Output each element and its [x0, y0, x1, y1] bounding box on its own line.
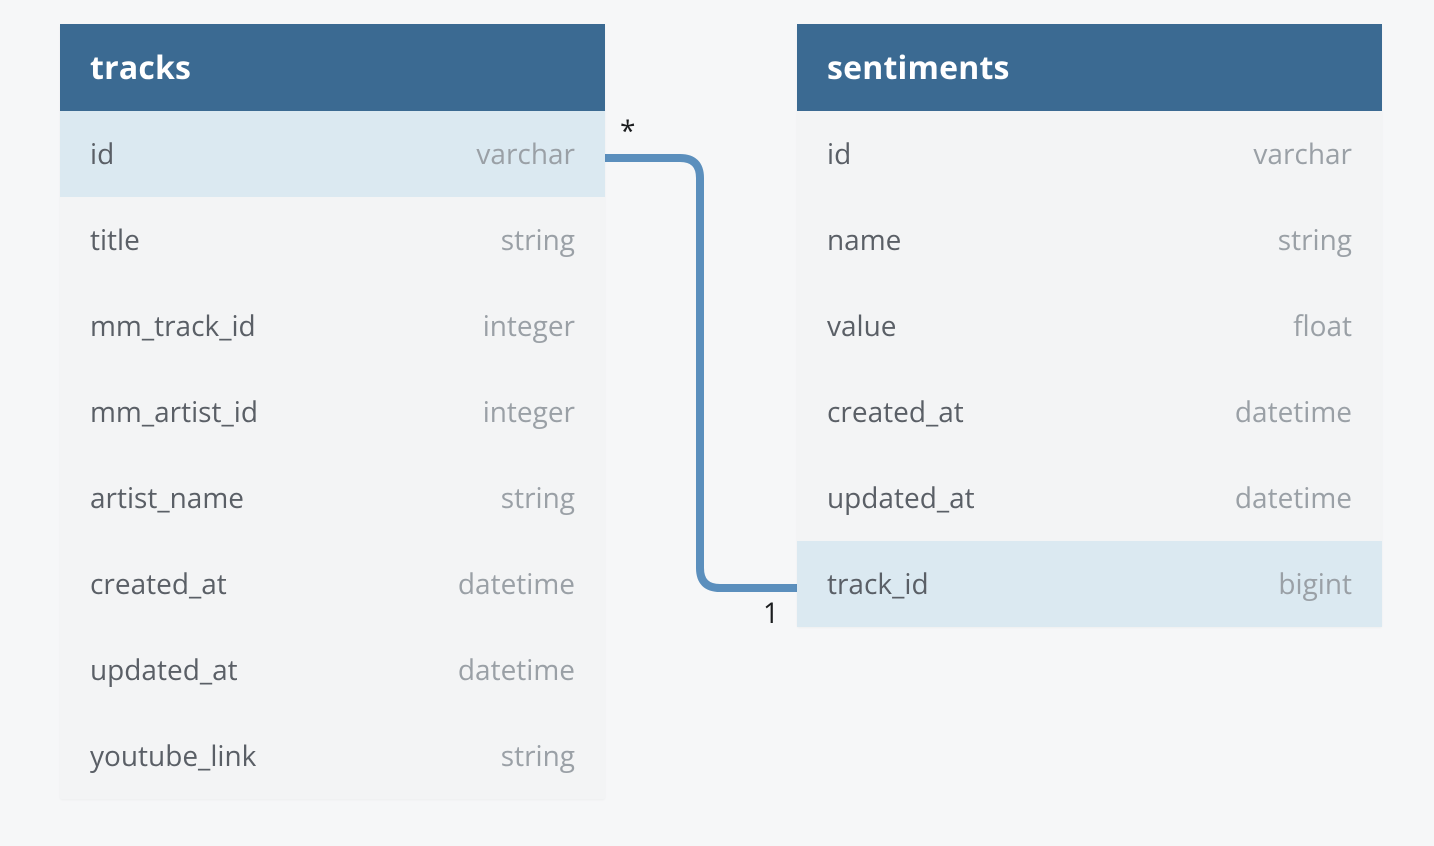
column-name: track_id: [827, 565, 929, 603]
table-row[interactable]: created_at datetime: [60, 541, 605, 627]
table-row[interactable]: title string: [60, 197, 605, 283]
column-type: float: [1293, 307, 1352, 345]
table-row[interactable]: artist_name string: [60, 455, 605, 541]
column-type: string: [501, 221, 575, 259]
column-type: string: [501, 737, 575, 775]
table-row[interactable]: mm_artist_id integer: [60, 369, 605, 455]
column-name: value: [827, 307, 897, 345]
column-name: updated_at: [827, 479, 975, 517]
cardinality-to: 1: [763, 594, 779, 632]
table-row[interactable]: value float: [797, 283, 1382, 369]
cardinality-from: *: [620, 112, 635, 150]
table-tracks-header: tracks: [60, 24, 605, 111]
column-type: varchar: [476, 135, 575, 173]
column-type: datetime: [458, 565, 575, 603]
column-type: string: [1278, 221, 1352, 259]
column-name: created_at: [90, 565, 227, 603]
table-sentiments-header: sentiments: [797, 24, 1382, 111]
column-type: string: [501, 479, 575, 517]
table-row[interactable]: id varchar: [797, 111, 1382, 197]
column-name: mm_artist_id: [90, 393, 258, 431]
column-type: varchar: [1253, 135, 1352, 173]
column-name: youtube_link: [90, 737, 256, 775]
table-row[interactable]: created_at datetime: [797, 369, 1382, 455]
table-sentiments[interactable]: sentiments id varchar name string value …: [797, 24, 1382, 627]
column-type: bigint: [1278, 565, 1352, 603]
table-row[interactable]: updated_at datetime: [797, 455, 1382, 541]
table-row[interactable]: track_id bigint: [797, 541, 1382, 627]
column-name: created_at: [827, 393, 964, 431]
column-name: artist_name: [90, 479, 244, 517]
column-type: datetime: [1235, 479, 1352, 517]
column-name: name: [827, 221, 901, 259]
column-name: id: [827, 135, 851, 173]
column-name: updated_at: [90, 651, 238, 689]
column-name: title: [90, 221, 140, 259]
table-tracks[interactable]: tracks id varchar title string mm_track_…: [60, 24, 605, 799]
column-type: integer: [483, 307, 575, 345]
column-type: integer: [483, 393, 575, 431]
table-row[interactable]: youtube_link string: [60, 713, 605, 799]
table-row[interactable]: mm_track_id integer: [60, 283, 605, 369]
table-row[interactable]: updated_at datetime: [60, 627, 605, 713]
er-diagram-canvas: * 1 tracks id varchar title string mm_tr…: [0, 0, 1434, 846]
table-row[interactable]: id varchar: [60, 111, 605, 197]
column-name: id: [90, 135, 114, 173]
column-name: mm_track_id: [90, 307, 256, 345]
column-type: datetime: [458, 651, 575, 689]
table-row[interactable]: name string: [797, 197, 1382, 283]
column-type: datetime: [1235, 393, 1352, 431]
